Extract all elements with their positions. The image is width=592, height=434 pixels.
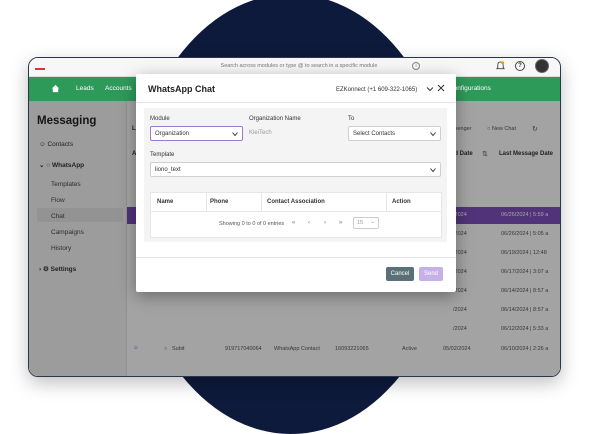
- nav-accounts[interactable]: Accounts: [105, 85, 132, 92]
- template-select[interactable]: liono_text: [150, 162, 441, 177]
- nav-leads[interactable]: Leads: [76, 85, 94, 92]
- chevron-down-icon[interactable]: [426, 85, 434, 93]
- divider: [151, 211, 441, 212]
- divider: [136, 257, 456, 258]
- col-contact-association: Contact Association: [267, 199, 325, 205]
- whatsapp-chat-dialog: WhatsApp Chat EZKonnect (+1 609-322-1065…: [136, 74, 456, 292]
- organization-name-label: Organization Name: [249, 116, 301, 122]
- col-phone: Phone: [210, 199, 229, 205]
- organization-name-field: KleiTech: [249, 130, 272, 136]
- send-button[interactable]: Send: [419, 267, 443, 281]
- divider: [136, 102, 456, 103]
- chevron-down-icon: ⌄: [370, 219, 375, 225]
- template-label: Template: [150, 152, 175, 158]
- first-page-button[interactable]: «: [292, 220, 295, 226]
- avatar[interactable]: [535, 59, 549, 73]
- to-select[interactable]: Select Contacts: [348, 126, 441, 141]
- col-name: Name: [157, 199, 174, 205]
- chevron-down-icon: [232, 132, 238, 137]
- entries-info: Showing 0 to 0 of 0 entries: [219, 221, 285, 227]
- to-label: To: [348, 116, 355, 122]
- page-size-select[interactable]: 15 ⌄: [353, 217, 379, 229]
- help-icon[interactable]: ?: [515, 61, 525, 71]
- home-icon[interactable]: [51, 84, 60, 93]
- last-page-button[interactable]: »: [339, 220, 342, 226]
- chevron-down-icon: [430, 168, 436, 173]
- dialog-title: WhatsApp Chat: [148, 84, 215, 94]
- chevron-down-icon: [430, 132, 436, 137]
- divider: [206, 193, 207, 211]
- close-icon[interactable]: [437, 84, 445, 92]
- divider: [386, 193, 387, 211]
- module-label: Module: [150, 116, 170, 122]
- cancel-button[interactable]: Cancel: [386, 267, 414, 281]
- bell-icon[interactable]: [496, 61, 505, 71]
- info-icon[interactable]: i: [412, 62, 420, 70]
- module-select[interactable]: Organization: [150, 126, 243, 141]
- sender-number-select[interactable]: EZKonnect (+1 609-322-1065): [336, 87, 417, 93]
- divider: [261, 193, 262, 211]
- prev-page-button[interactable]: ‹: [308, 220, 310, 226]
- global-search-input[interactable]: Search across modules or type @ to searc…: [189, 63, 409, 69]
- contacts-table: Name Phone Contact Association Action Sh…: [150, 192, 442, 238]
- next-page-button[interactable]: ›: [324, 220, 326, 226]
- logo-mark: [35, 68, 45, 70]
- col-action: Action: [392, 199, 411, 205]
